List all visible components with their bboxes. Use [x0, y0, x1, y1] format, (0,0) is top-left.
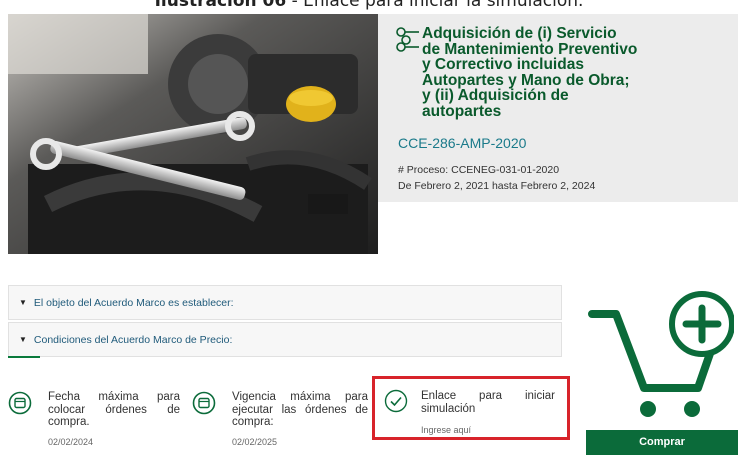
feature-text: colocar órdenes de [48, 403, 180, 416]
figure-caption: Ilustración 06 - Enlace para iniciar la … [154, 0, 584, 11]
agreement-code: CCE-286-AMP-2020 [398, 135, 527, 151]
simulation-link[interactable]: Ingrese aquí [421, 424, 471, 437]
caret-down-icon: ▼ [19, 298, 27, 307]
feature-execution-deadline: Vigencia máxima para ejecutar las órdene… [192, 391, 370, 451]
accordion-object[interactable]: ▼ El objeto del Acuerdo Marco es estable… [8, 285, 562, 320]
calendar-icon [8, 391, 32, 415]
validity-dates: De Febrero 2, 2021 hasta Febrero 2, 2024 [398, 180, 596, 192]
feature-text: Enlace para iniciar [421, 390, 555, 402]
feature-text: ejecutar las órdenes de [232, 403, 368, 416]
feature-date: 02/02/2025 [232, 437, 278, 447]
cart-add-icon [588, 291, 734, 417]
check-circle-icon [384, 389, 408, 413]
accordion-conditions[interactable]: ▼ Condiciones del Acuerdo Marco de Preci… [8, 322, 562, 357]
gears-icon [396, 27, 419, 52]
agreement-info-card: Adquisición de (i) Servicio de Mantenimi… [378, 14, 738, 202]
process-number: # Proceso: CCENEG-031-01-2020 [398, 164, 560, 176]
agreement-title: Adquisición de (i) Servicio de Mantenimi… [422, 25, 638, 120]
feature-text: Vigencia máxima para [232, 391, 368, 403]
accordion-label: El objeto del Acuerdo Marco es establece… [33, 296, 234, 309]
feature-text: compra: [232, 416, 274, 428]
simulation-link-box[interactable]: Enlace para iniciar simulación Ingrese a… [372, 376, 570, 440]
calendar-icon [192, 391, 216, 415]
feature-text: simulación [421, 402, 476, 415]
feature-text: compra. [48, 416, 90, 428]
hero-image [8, 14, 378, 254]
feature-text: Fecha máxima para [48, 391, 180, 403]
accordion-label: Condiciones del Acuerdo Marco de Precio: [33, 333, 233, 346]
feature-order-deadline: Fecha máxima para colocar órdenes de com… [8, 391, 188, 451]
caret-down-icon: ▼ [19, 335, 27, 344]
accordion-active-indicator [8, 356, 40, 358]
buy-button[interactable]: Comprar [586, 430, 738, 455]
feature-date: 02/02/2024 [48, 437, 94, 447]
